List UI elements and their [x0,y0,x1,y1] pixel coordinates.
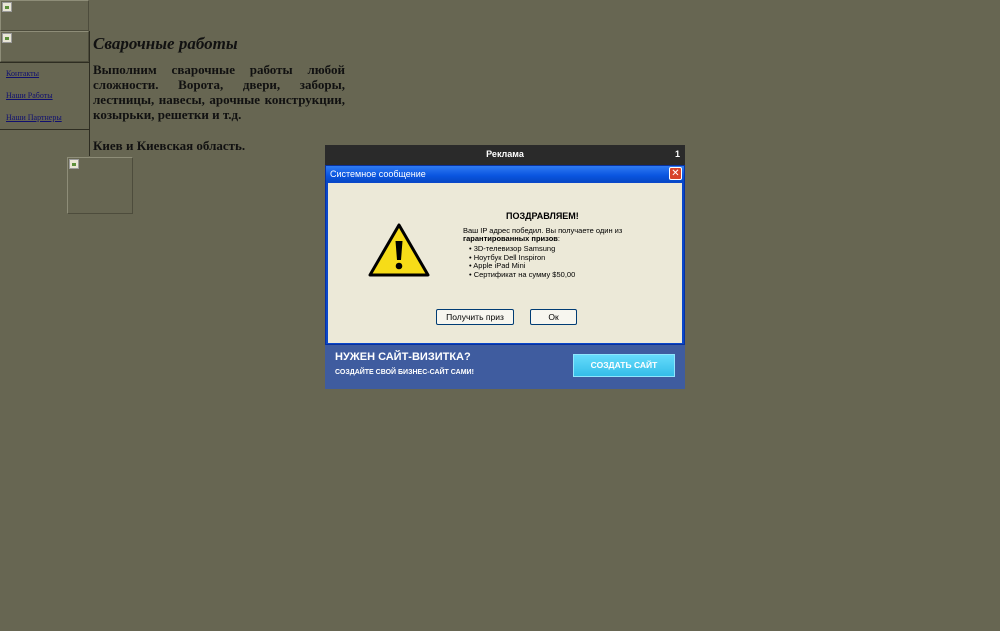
window-body: ПОЗДРАВЛЯЕМ! Ваш IP адрес победил. Вы по… [328,183,682,343]
get-prize-button[interactable]: Получить приз [436,309,514,325]
ad-header: Реклама 1 [325,145,685,163]
window-title: Системное сообщение [330,169,426,179]
sidebar-item-our-works[interactable]: Наши Работы [6,91,53,100]
sidebar-nav: Контакты Наши Работы Наши Партнеры [0,62,89,130]
page-title: Сварочные работы [93,34,238,53]
ad-header-label: Реклама [486,149,524,159]
close-icon[interactable]: ✕ [669,167,682,180]
system-message-window: Системное сообщение ✕ ПОЗДРАВЛЯЕМ! Ваш I… [325,165,685,345]
message-bold: гарантированных призов [463,234,558,243]
page-region: Киев и Киевская область. [93,138,246,153]
window-titlebar: Системное сообщение ✕ [326,166,684,182]
sidebar-divider [89,31,90,156]
logo-image [0,31,89,62]
ok-button[interactable]: Ок [530,309,577,325]
ad-widget: Реклама 1 Системное сообщение ✕ ПОЗДРАВЛ… [325,145,685,389]
message-text: Ваш IP адрес победил. Вы получаете один … [463,227,643,243]
message-heading: ПОЗДРАВЛЯЕМ! [506,211,579,221]
sidebar-item-contacts[interactable]: Контакты [6,69,39,78]
banner-subtitle: СОЗДАЙТЕ СВОЙ БИЗНЕС-САЙТ САМИ! [335,369,474,376]
ad-close-button[interactable]: 1 [675,145,680,163]
broken-image-icon [2,2,12,12]
message-end: : [557,234,560,243]
warning-icon [368,223,430,277]
broken-image-icon [69,159,79,169]
broken-image-icon [2,33,12,43]
sidebar-item-our-partners[interactable]: Наши Партнеры [6,113,62,122]
create-site-button[interactable]: СОЗДАТЬ САЙТ [573,354,675,377]
prize-list: 3D-телевизор Samsung Ноутбук Dell Inspir… [469,244,576,280]
banner-title: НУЖЕН САЙТ-ВИЗИТКА? [335,351,471,363]
ad-banner[interactable]: НУЖЕН САЙТ-ВИЗИТКА? СОЗДАЙТЕ СВОЙ БИЗНЕС… [325,345,685,389]
page-description: Выполним сварочные работы любой сложност… [93,62,345,122]
header-image [0,0,89,31]
content-image [67,157,133,214]
list-item: Сертификат на сумму $50,00 [469,270,576,280]
